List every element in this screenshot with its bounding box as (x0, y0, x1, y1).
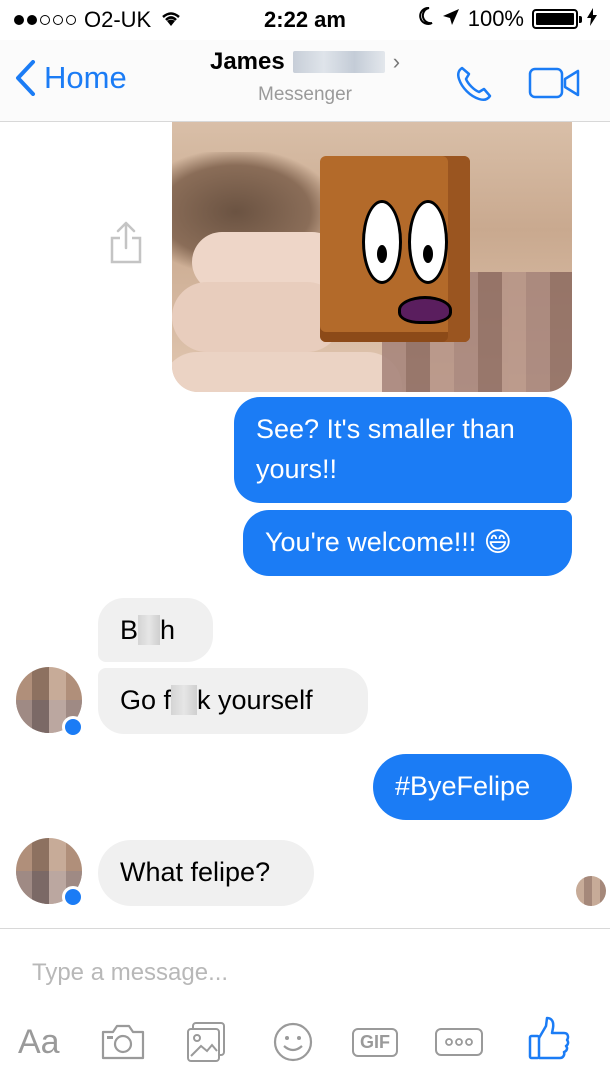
messenger-badge-icon (62, 886, 84, 908)
message-bubble-incoming[interactable]: Bh (98, 598, 213, 662)
moon-icon (418, 6, 434, 32)
message-text: #ByeFelipe (395, 771, 531, 801)
nav-bar: Home James › Messenger (0, 40, 610, 122)
message-text: You're welcome!!! (265, 527, 477, 557)
paper-bag-sticker (320, 156, 470, 342)
message-text: See? It's smaller than yours!! (256, 414, 515, 484)
message-bubble-outgoing[interactable]: See? It's smaller than yours!! (234, 397, 572, 503)
conversation-subtitle: Messenger (258, 84, 352, 105)
conversation-title[interactable]: James › Messenger (0, 48, 610, 106)
gif-label: GIF (352, 1027, 398, 1057)
more-icon[interactable] (434, 1019, 484, 1065)
message-bubble-outgoing[interactable]: You're welcome!!! 😄 (243, 510, 572, 576)
composer-toolbar: Aa GIF (0, 1016, 610, 1069)
message-text-end: k yourself (197, 685, 313, 715)
emoji-icon[interactable] (272, 1019, 314, 1065)
text-format-button[interactable]: Aa (18, 1019, 60, 1065)
chevron-right-icon: › (392, 49, 401, 74)
seen-indicator-avatar (576, 876, 606, 906)
composer: Type a message... Aa GIF (0, 928, 610, 1084)
contact-name: James (209, 48, 285, 75)
share-icon[interactable] (108, 220, 144, 271)
sent-photo[interactable] (172, 122, 572, 392)
message-bubble-incoming[interactable]: Go f k yourself (98, 668, 368, 734)
battery-icon (532, 9, 582, 29)
message-input[interactable]: Type a message... (32, 959, 228, 987)
message-text-start: B (120, 615, 139, 645)
redacted-surname (292, 51, 385, 73)
message-text-end: h (160, 615, 176, 645)
battery-percent: 100% (467, 6, 524, 31)
status-bar: O2-UK 2:22 am 100% (0, 0, 610, 40)
location-arrow-icon (442, 6, 460, 32)
camera-icon[interactable] (100, 1019, 146, 1065)
thumbs-up-icon[interactable] (526, 1015, 572, 1061)
messenger-badge-icon (62, 716, 84, 738)
gallery-icon[interactable] (186, 1019, 226, 1065)
status-right: 100% (418, 6, 598, 32)
message-text: What felipe? (120, 857, 271, 887)
phone-icon[interactable] (452, 62, 496, 111)
charging-bolt-icon (586, 6, 598, 32)
message-bubble-incoming[interactable]: What felipe? (98, 840, 314, 906)
grinning-emoji-icon: 😄 (483, 527, 512, 557)
censored-letters (138, 615, 161, 645)
video-camera-icon[interactable] (528, 66, 582, 105)
censored-letters (171, 685, 198, 715)
message-text-start: Go f (120, 685, 172, 715)
message-bubble-outgoing[interactable]: #ByeFelipe (373, 754, 572, 820)
gif-button[interactable]: GIF (350, 1019, 400, 1065)
